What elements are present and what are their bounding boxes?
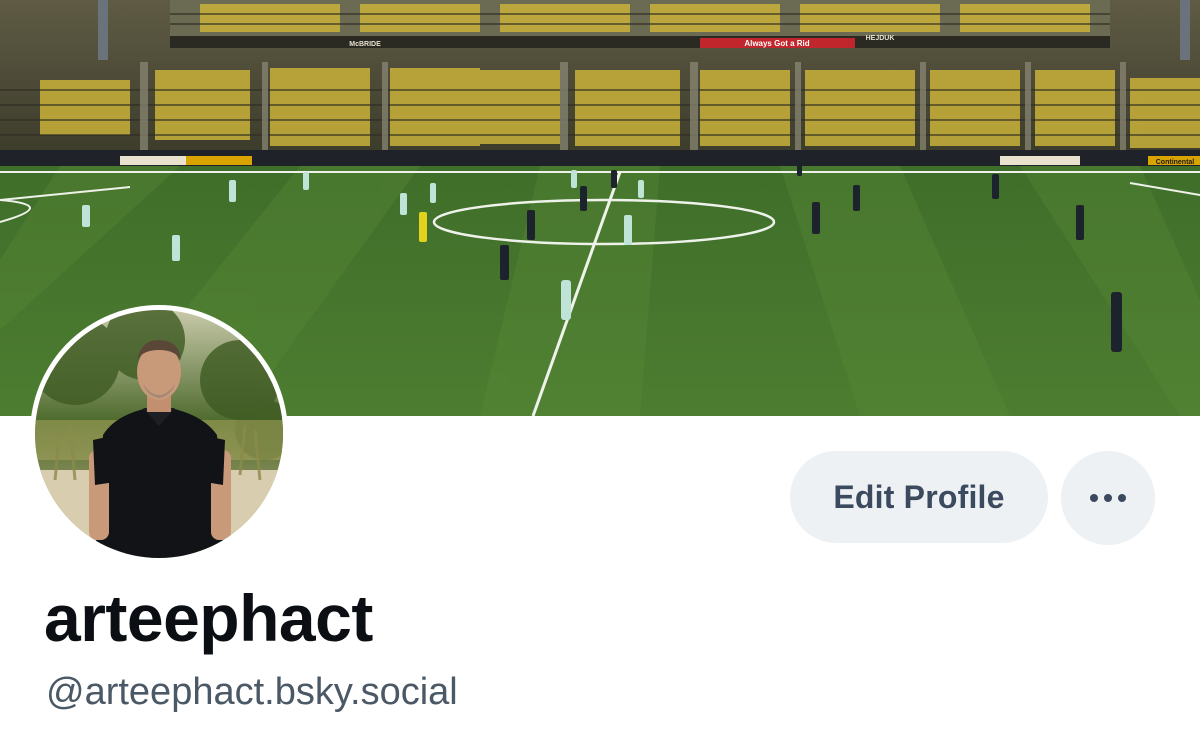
edit-profile-button[interactable]: Edit Profile [790, 451, 1048, 543]
display-name: arteephact [44, 581, 373, 655]
banner-board-text-3: McBRIDE [349, 41, 381, 48]
ellipsis-icon [1090, 494, 1126, 502]
profile-header: Always Got a Rid Continental McBRIDE HEJ… [0, 0, 1200, 736]
banner-board-text-2: Continental [1156, 159, 1195, 166]
avatar[interactable] [30, 305, 288, 563]
avatar-photo [35, 310, 283, 558]
profile-handle: @arteephact.bsky.social [46, 671, 458, 713]
banner-board-text-1: Always Got a Rid [744, 39, 809, 48]
banner-board-text-4: HEJDUK [866, 35, 895, 42]
more-options-button[interactable] [1061, 451, 1155, 545]
